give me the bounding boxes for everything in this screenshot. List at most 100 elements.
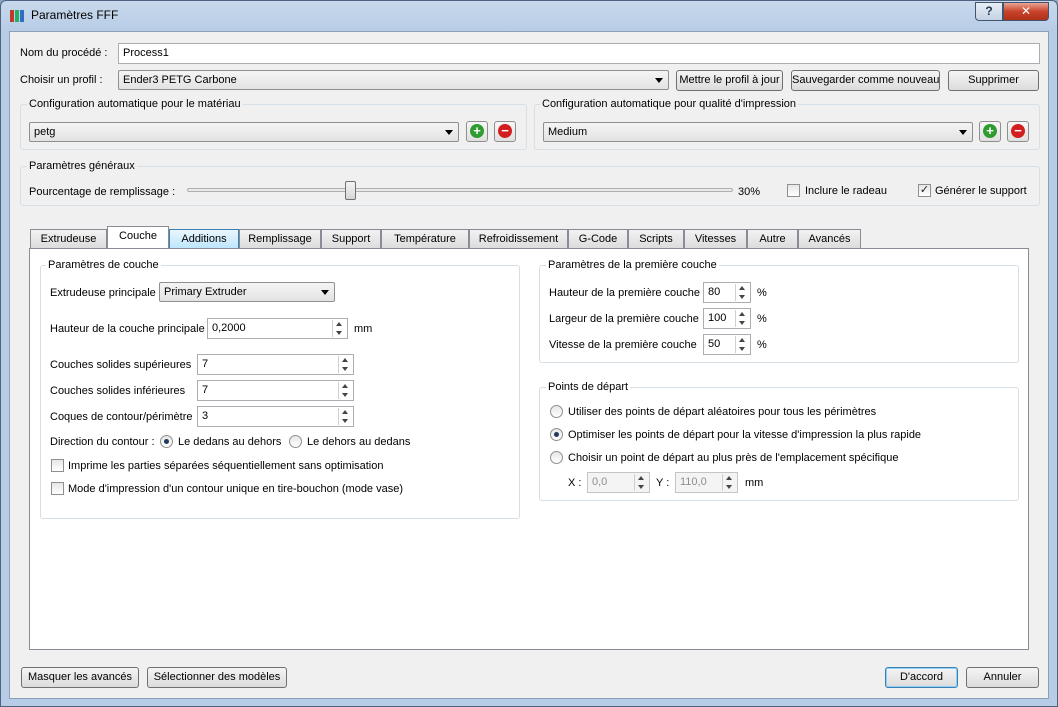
add-material-button[interactable]: +: [466, 121, 488, 142]
help-button[interactable]: ?: [975, 2, 1003, 21]
x-value: 0,0: [592, 476, 608, 488]
xy-unit: mm: [745, 477, 764, 489]
spin-arrows-icon[interactable]: [735, 336, 749, 353]
chevron-down-icon: [445, 130, 453, 135]
spin-arrows-icon[interactable]: [338, 356, 352, 373]
remove-material-button[interactable]: −: [494, 121, 516, 142]
infill-value: 30%: [738, 186, 761, 198]
quality-select-value: Medium: [548, 126, 588, 138]
first-layer-width-unit: %: [757, 313, 767, 325]
first-layer-height-label: Hauteur de la première couche: [549, 287, 701, 299]
spin-arrows-icon[interactable]: [735, 310, 749, 327]
y-spinbox[interactable]: 110,0: [675, 472, 738, 493]
vase-mode-checkbox[interactable]: [51, 482, 64, 495]
first-layer-width-spinbox[interactable]: 100: [703, 308, 751, 329]
spin-arrows-icon[interactable]: [332, 320, 346, 337]
optimize-start-label: Optimiser les points de départ pour la v…: [568, 429, 922, 441]
optimize-start-radio[interactable]: [550, 428, 563, 441]
spin-arrows-icon[interactable]: [735, 284, 749, 301]
title-bar[interactable]: Paramètres FFF ? ✕: [1, 1, 1057, 29]
specific-start-label: Choisir un point de départ au plus près …: [568, 452, 899, 464]
first-layer-width-label: Largeur de la première couche: [549, 313, 699, 325]
chevron-down-icon: [959, 130, 967, 135]
layer-height-unit: mm: [354, 323, 373, 335]
random-start-label: Utiliser des points de départ aléatoires…: [568, 406, 877, 418]
top-solid-spinbox[interactable]: 7: [197, 354, 354, 375]
chevron-down-icon: [321, 290, 329, 295]
infill-slider-handle[interactable]: [344, 181, 356, 200]
infill-slider-track[interactable]: [187, 188, 733, 192]
x-spinbox[interactable]: 0,0: [587, 472, 650, 493]
material-select[interactable]: petg: [29, 122, 459, 142]
tab-scripts[interactable]: Scripts: [628, 229, 684, 248]
cancel-button[interactable]: Annuler: [966, 667, 1039, 688]
raft-label: Inclure le radeau: [805, 185, 887, 197]
direction-inside-out-radio[interactable]: [160, 435, 173, 448]
tab-vitesses[interactable]: Vitesses: [684, 229, 747, 248]
tab-refroidissement[interactable]: Refroidissement: [469, 229, 568, 248]
first-layer-height-value: 80: [708, 286, 721, 298]
dialog-body: Nom du procédé : Process1 Choisir un pro…: [9, 31, 1049, 699]
first-layer-speed-value: 50: [708, 338, 721, 350]
layer-height-spinbox[interactable]: 0,2000: [207, 318, 348, 339]
spin-arrows-icon[interactable]: [722, 474, 736, 491]
direction-outside-in-label: Le dehors au dedans: [307, 436, 411, 448]
profile-select-value: Ender3 PETG Carbone: [123, 74, 237, 86]
add-quality-button[interactable]: +: [979, 121, 1001, 142]
update-profile-button[interactable]: Mettre le profil à jour: [676, 70, 783, 91]
sequential-label: Imprime les parties séparées séquentiell…: [68, 460, 384, 472]
tab-temperature[interactable]: Température: [381, 229, 469, 248]
quality-select[interactable]: Medium: [543, 122, 973, 142]
ok-button[interactable]: D'accord: [885, 667, 958, 688]
bottom-solid-value: 7: [202, 384, 209, 396]
specific-start-radio[interactable]: [550, 451, 563, 464]
settings-window: Paramètres FFF ? ✕ Nom du procédé : Proc…: [0, 0, 1058, 707]
process-name-label: Nom du procédé :: [20, 47, 108, 59]
spin-arrows-icon[interactable]: [634, 474, 648, 491]
select-models-button[interactable]: Sélectionner des modèles: [147, 667, 287, 688]
hide-advanced-button[interactable]: Masquer les avancés: [21, 667, 139, 688]
save-as-new-button[interactable]: Sauvegarder comme nouveau: [791, 70, 940, 91]
sequential-checkbox[interactable]: [51, 459, 64, 472]
tab-support[interactable]: Support: [321, 229, 381, 248]
spin-arrows-icon[interactable]: [338, 408, 352, 425]
main-extruder-label: Extrudeuse principale: [50, 287, 156, 299]
perimeters-spinbox[interactable]: 3: [197, 406, 354, 427]
first-layer-height-spinbox[interactable]: 80: [703, 282, 751, 303]
first-layer-speed-unit: %: [757, 339, 767, 351]
minus-icon: −: [498, 124, 512, 138]
tab-extrudeuse[interactable]: Extrudeuse: [30, 229, 107, 248]
support-label: Générer le support: [935, 185, 1027, 197]
y-value: 110,0: [680, 476, 707, 488]
tab-remplissage[interactable]: Remplissage: [239, 229, 321, 248]
plus-icon: +: [470, 124, 484, 138]
tab-panel-couche: Paramètres de couche Extrudeuse principa…: [29, 248, 1029, 650]
support-checkbox[interactable]: ✓: [918, 184, 931, 197]
direction-outside-in-radio[interactable]: [289, 435, 302, 448]
tab-gcode[interactable]: G-Code: [568, 229, 628, 248]
main-extruder-select[interactable]: Primary Extruder: [159, 282, 335, 302]
chevron-down-icon: [655, 78, 663, 83]
first-layer-speed-label: Vitesse de la première couche: [549, 339, 697, 351]
x-label: X :: [568, 477, 582, 489]
delete-profile-button[interactable]: Supprimer: [948, 70, 1039, 91]
y-label: Y :: [656, 477, 670, 489]
tab-couche[interactable]: Couche: [107, 226, 169, 248]
remove-quality-button[interactable]: −: [1007, 121, 1029, 142]
tab-avances[interactable]: Avancés: [798, 229, 861, 248]
tab-additions[interactable]: Additions: [169, 229, 239, 248]
random-start-radio[interactable]: [550, 405, 563, 418]
bottom-solid-spinbox[interactable]: 7: [197, 380, 354, 401]
close-window-button[interactable]: ✕: [1003, 2, 1049, 21]
spin-arrows-icon[interactable]: [338, 382, 352, 399]
first-layer-speed-spinbox[interactable]: 50: [703, 334, 751, 355]
first-layer-title: Paramètres de la première couche: [546, 259, 719, 271]
perimeters-label: Coques de contour/périmètre: [50, 411, 193, 423]
first-layer-width-value: 100: [708, 312, 727, 324]
raft-checkbox[interactable]: [787, 184, 800, 197]
profile-select[interactable]: Ender3 PETG Carbone: [118, 70, 669, 90]
vase-mode-label: Mode d'impression d'un contour unique en…: [68, 483, 404, 495]
process-name-input[interactable]: Process1: [118, 43, 1040, 64]
tab-autre[interactable]: Autre: [747, 229, 798, 248]
material-config-title: Configuration automatique pour le matéri…: [27, 98, 243, 110]
